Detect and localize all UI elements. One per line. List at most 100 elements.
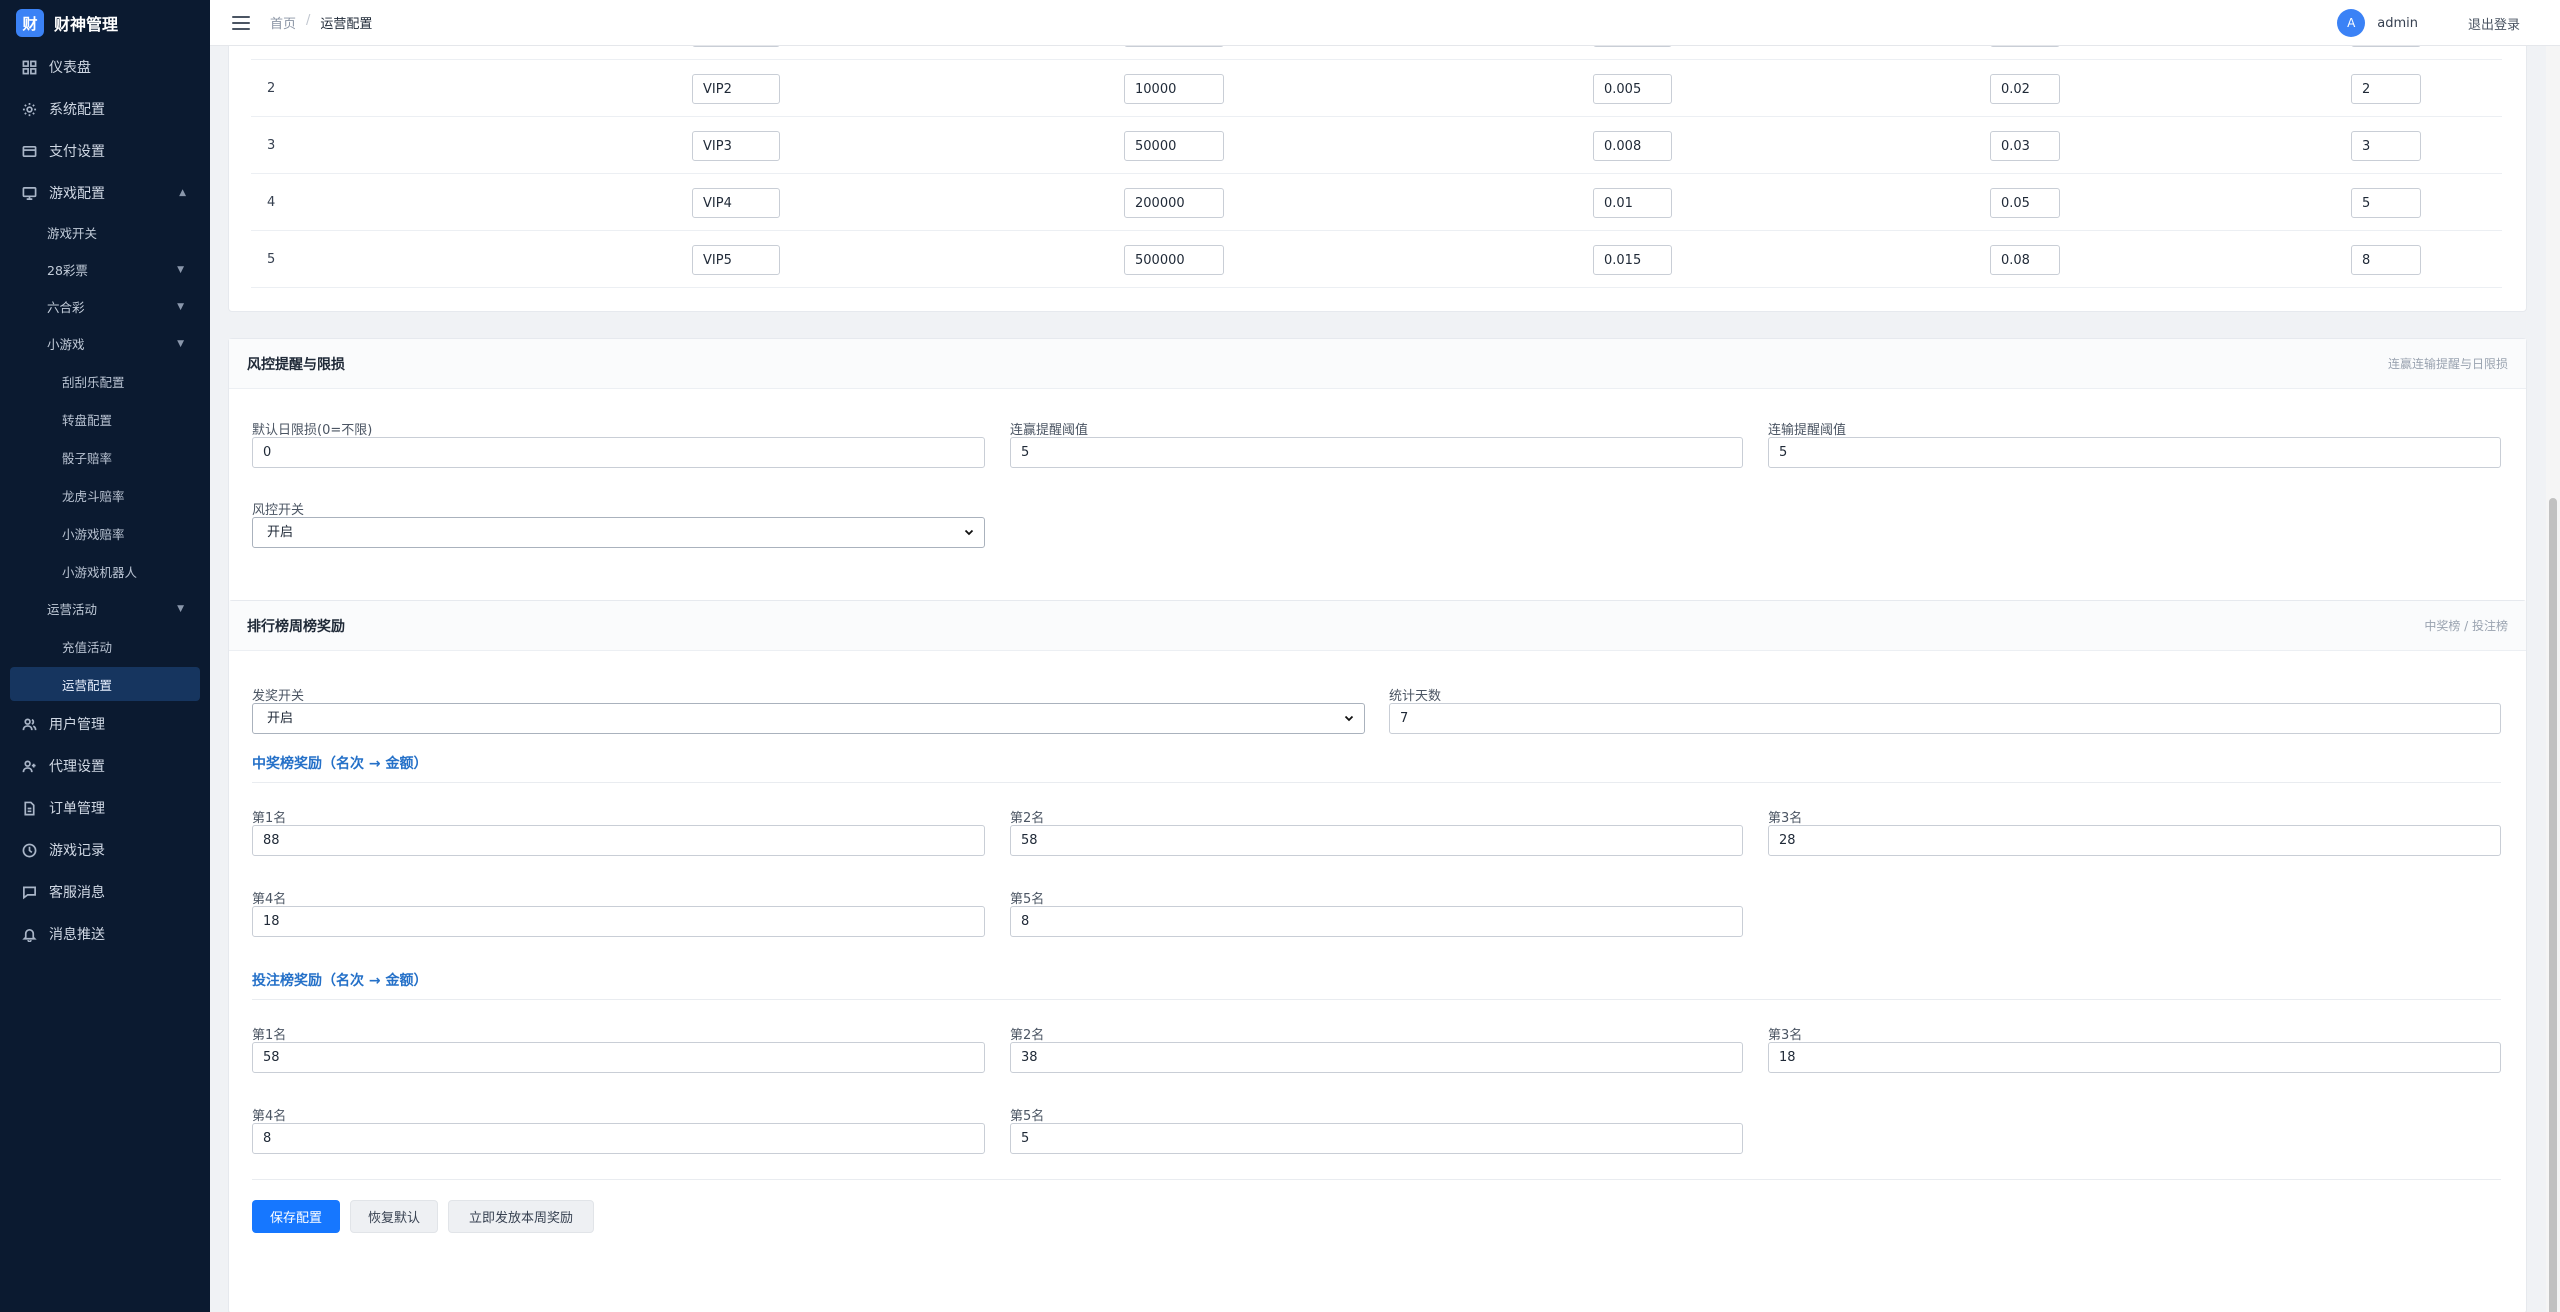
vip-name-input[interactable]: [692, 46, 780, 47]
win-rank-5-input[interactable]: [1010, 906, 1743, 937]
win-rank-2-input[interactable]: [1010, 825, 1743, 856]
sidebar-item-dragon-tiger[interactable]: 龙虎斗赔率: [0, 476, 210, 514]
vip-rate-a-input[interactable]: [1593, 46, 1672, 47]
sidebar-item-push[interactable]: 消息推送: [0, 913, 210, 955]
sidebar-item-label: 小游戏机器人: [62, 564, 138, 580]
sidebar-item-game-records[interactable]: 游戏记录: [0, 829, 210, 871]
card-title: 风控提醒与限损: [247, 356, 345, 373]
bet-rank-3-input[interactable]: [1768, 1042, 2501, 1073]
vip-rate-b-input[interactable]: [1990, 74, 2060, 104]
stat-days-input[interactable]: [1389, 703, 2501, 734]
vip-level: 3: [267, 138, 276, 153]
bet-rank-5-label: 第5名: [1010, 1109, 1045, 1124]
win-rank-3-label: 第3名: [1768, 811, 1803, 826]
scrollbar-thumb[interactable]: [2549, 498, 2557, 1312]
vip-threshold-input[interactable]: [1124, 74, 1224, 104]
vip-rate-b-input[interactable]: [1990, 131, 2060, 161]
vip-rate-a-input[interactable]: [1593, 188, 1672, 218]
reset-button[interactable]: 恢复默认: [350, 1200, 438, 1233]
vip-rate-b-input[interactable]: [1990, 188, 2060, 218]
logout-button[interactable]: 退出登录: [2468, 14, 2520, 33]
sidebar-item-game-switch[interactable]: 游戏开关: [0, 214, 210, 251]
brand[interactable]: 财 财神管理: [0, 0, 210, 46]
sidebar-item-ops[interactable]: 运营活动 ▼: [0, 590, 210, 627]
vip-count-input[interactable]: [2351, 188, 2421, 218]
vip-threshold-input[interactable]: [1124, 245, 1224, 275]
issue-reward-button[interactable]: 立即发放本周奖励: [448, 1200, 594, 1233]
vip-count-input[interactable]: [2351, 74, 2421, 104]
sidebar-item-agent[interactable]: 代理设置: [0, 745, 210, 787]
win-rank-1-input[interactable]: [252, 825, 985, 856]
sidebar-item-label: 运营活动: [47, 602, 98, 617]
sidebar-item-users[interactable]: 用户管理: [0, 703, 210, 745]
sidebar-item-mini-games[interactable]: 小游戏 ▼: [0, 325, 210, 362]
bet-rank-5-input[interactable]: [1010, 1123, 1743, 1154]
risk-switch-select[interactable]: 开启: [252, 517, 985, 548]
vip-name-input[interactable]: [692, 74, 780, 104]
vip-config-card: 2 3 4 5: [228, 46, 2527, 312]
sidebar-item-lottery28[interactable]: 28彩票 ▼: [0, 251, 210, 288]
sidebar-item-recharge[interactable]: 充值活动: [0, 627, 210, 665]
sidebar-item-mini-odds[interactable]: 小游戏赔率: [0, 514, 210, 552]
sidebar-item-payment[interactable]: 支付设置: [0, 130, 210, 172]
sidebar-item-label: 消息推送: [49, 927, 105, 943]
sidebar-item-mini-robot[interactable]: 小游戏机器人: [0, 552, 210, 590]
vip-name-input[interactable]: [692, 245, 780, 275]
sidebar-item-system[interactable]: 系统配置: [0, 88, 210, 130]
sidebar-item-label: 仪表盘: [49, 60, 91, 76]
scrollbar[interactable]: [2546, 46, 2560, 1312]
sidebar-item-dashboard[interactable]: 仪表盘: [0, 46, 210, 88]
vip-rate-b-input[interactable]: [1990, 46, 2060, 47]
menu-toggle-icon[interactable]: [232, 15, 250, 30]
sidebar-item-ops-config[interactable]: 运营配置: [10, 667, 200, 701]
vip-rate-b-input[interactable]: [1990, 245, 2060, 275]
win-rank-4-input[interactable]: [252, 906, 985, 937]
vip-level: 2: [267, 81, 276, 96]
sidebar-item-wheel[interactable]: 转盘配置: [0, 400, 210, 438]
vip-rate-a-input[interactable]: [1593, 131, 1672, 161]
bet-rank-section-title: 投注榜奖励（名次 → 金额）: [252, 973, 428, 989]
sidebar-item-dice[interactable]: 骰子赔率: [0, 438, 210, 476]
daily-loss-label: 默认日限损(0=不限): [252, 423, 373, 438]
avatar[interactable]: A: [2337, 9, 2366, 37]
sidebar-item-support[interactable]: 客服消息: [0, 871, 210, 913]
sidebar-item-game-config[interactable]: 游戏配置 ▲: [0, 172, 210, 214]
section-divider: [252, 999, 2501, 1000]
vip-threshold-input[interactable]: [1124, 131, 1224, 161]
user-plus-icon: [22, 760, 36, 772]
vip-count-input[interactable]: [2351, 245, 2421, 275]
reward-switch-select[interactable]: 开启: [252, 703, 1365, 734]
sidebar-item-label: 骰子赔率: [62, 450, 113, 466]
vip-count-input[interactable]: [2351, 131, 2421, 161]
vip-name-input[interactable]: [692, 188, 780, 218]
chevron-down-icon: [964, 529, 974, 536]
bet-rank-1-input[interactable]: [252, 1042, 985, 1073]
vip-rate-a-input[interactable]: [1593, 245, 1672, 275]
sidebar-item-orders[interactable]: 订单管理: [0, 787, 210, 829]
chat-icon: [23, 886, 36, 899]
sidebar-item-label: 游戏配置: [49, 186, 105, 202]
table-row: 3: [251, 117, 2502, 174]
users-icon: [22, 718, 37, 730]
bet-rank-4-input[interactable]: [252, 1123, 985, 1154]
sidebar-item-scratch[interactable]: 刮刮乐配置: [0, 362, 210, 400]
sidebar-item-mark-six[interactable]: 六合彩 ▼: [0, 288, 210, 325]
vip-rate-a-input[interactable]: [1593, 74, 1672, 104]
lose-streak-input[interactable]: [1768, 437, 2501, 468]
vip-threshold-input[interactable]: [1124, 188, 1224, 218]
sidebar-item-label: 刮刮乐配置: [62, 374, 125, 390]
vip-threshold-input[interactable]: [1124, 46, 1224, 47]
save-button[interactable]: 保存配置: [252, 1200, 340, 1233]
vip-name-input[interactable]: [692, 131, 780, 161]
win-streak-input[interactable]: [1010, 437, 1743, 468]
card-icon: [22, 145, 37, 157]
vip-count-input[interactable]: [2351, 46, 2421, 47]
bell-icon: [22, 928, 37, 942]
win-rank-3-input[interactable]: [1768, 825, 2501, 856]
actions-divider: [252, 1179, 2501, 1180]
bet-rank-2-input[interactable]: [1010, 1042, 1743, 1073]
breadcrumb-home[interactable]: 首页: [270, 13, 296, 32]
win-rank-1-label: 第1名: [252, 811, 287, 826]
daily-loss-input[interactable]: [252, 437, 985, 468]
reward-switch-value: 开启: [267, 711, 294, 726]
